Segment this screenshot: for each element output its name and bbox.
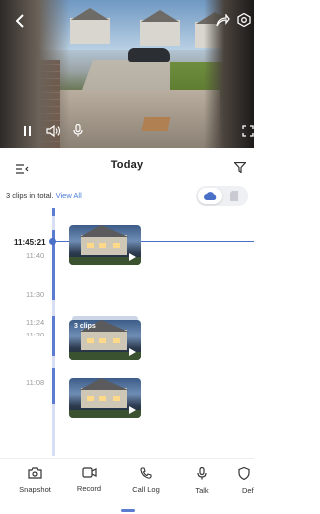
current-time-label: 11:45:21 — [14, 238, 46, 247]
call-log-button[interactable]: Call Log — [121, 467, 171, 494]
time-tick: 11:08 — [26, 378, 45, 387]
clip-thumbnail[interactable] — [69, 378, 141, 418]
fullscreen-icon[interactable] — [242, 125, 254, 137]
current-time-marker — [49, 238, 56, 245]
play-icon — [129, 348, 136, 356]
filter-icon[interactable] — [233, 160, 247, 178]
clips-summary: 3 clips in total. View All — [6, 191, 82, 200]
view-all-link[interactable]: View All — [56, 191, 82, 200]
cloud-icon — [203, 192, 216, 200]
call-log-label: Call Log — [132, 485, 160, 494]
microphone-icon[interactable] — [73, 124, 83, 137]
timeline-header: Today — [0, 148, 254, 182]
clip-group-thumbnail[interactable]: 3 clips — [69, 320, 141, 360]
play-icon — [129, 253, 136, 261]
back-icon[interactable] — [16, 14, 25, 28]
defense-label: Def — [242, 486, 254, 495]
clip-count-badge: 3 clips — [74, 323, 96, 330]
time-tick: 11:40 — [26, 251, 45, 260]
pause-icon[interactable] — [24, 126, 32, 136]
storage-toggle[interactable] — [196, 186, 248, 206]
time-tick: 11:30 — [26, 290, 45, 299]
shield-icon — [238, 467, 250, 480]
cloud-storage-option[interactable] — [198, 188, 222, 204]
local-storage-option[interactable] — [222, 188, 246, 204]
talk-button[interactable]: Talk — [177, 467, 227, 495]
speaker-icon[interactable] — [46, 125, 61, 137]
clip-thumbnail[interactable] — [69, 225, 141, 265]
play-icon — [129, 406, 136, 414]
talk-label: Talk — [195, 486, 209, 495]
time-tick: 11:24 — [26, 318, 45, 327]
live-view[interactable] — [0, 0, 254, 148]
background-house — [140, 10, 180, 46]
background-house — [70, 8, 110, 44]
recording-segment — [52, 368, 55, 404]
settings-icon[interactable] — [237, 13, 251, 27]
sd-card-icon — [230, 191, 238, 201]
phone-icon — [140, 467, 152, 479]
share-icon[interactable] — [216, 14, 230, 27]
bottom-toolbar: Snapshot Record Call Log Talk Def — [0, 458, 254, 504]
page-indicator — [121, 509, 135, 512]
package — [141, 117, 171, 131]
recording-segment — [52, 316, 55, 356]
microphone-icon — [197, 467, 207, 480]
recording-segment — [52, 208, 55, 216]
defense-button[interactable]: Def — [228, 467, 254, 495]
page-title: Today — [110, 159, 144, 171]
clips-count-text: 3 clips in total. — [6, 191, 54, 200]
time-tick: 11:20 — [26, 331, 45, 340]
record-label: Record — [76, 484, 102, 493]
snapshot-button[interactable]: Snapshot — [10, 467, 60, 494]
timeline-axis[interactable] — [52, 208, 55, 456]
parked-car — [128, 48, 170, 62]
snapshot-label: Snapshot — [19, 485, 51, 494]
video-icon — [81, 467, 97, 478]
record-button[interactable]: Record — [64, 467, 114, 493]
camera-icon — [28, 467, 42, 479]
